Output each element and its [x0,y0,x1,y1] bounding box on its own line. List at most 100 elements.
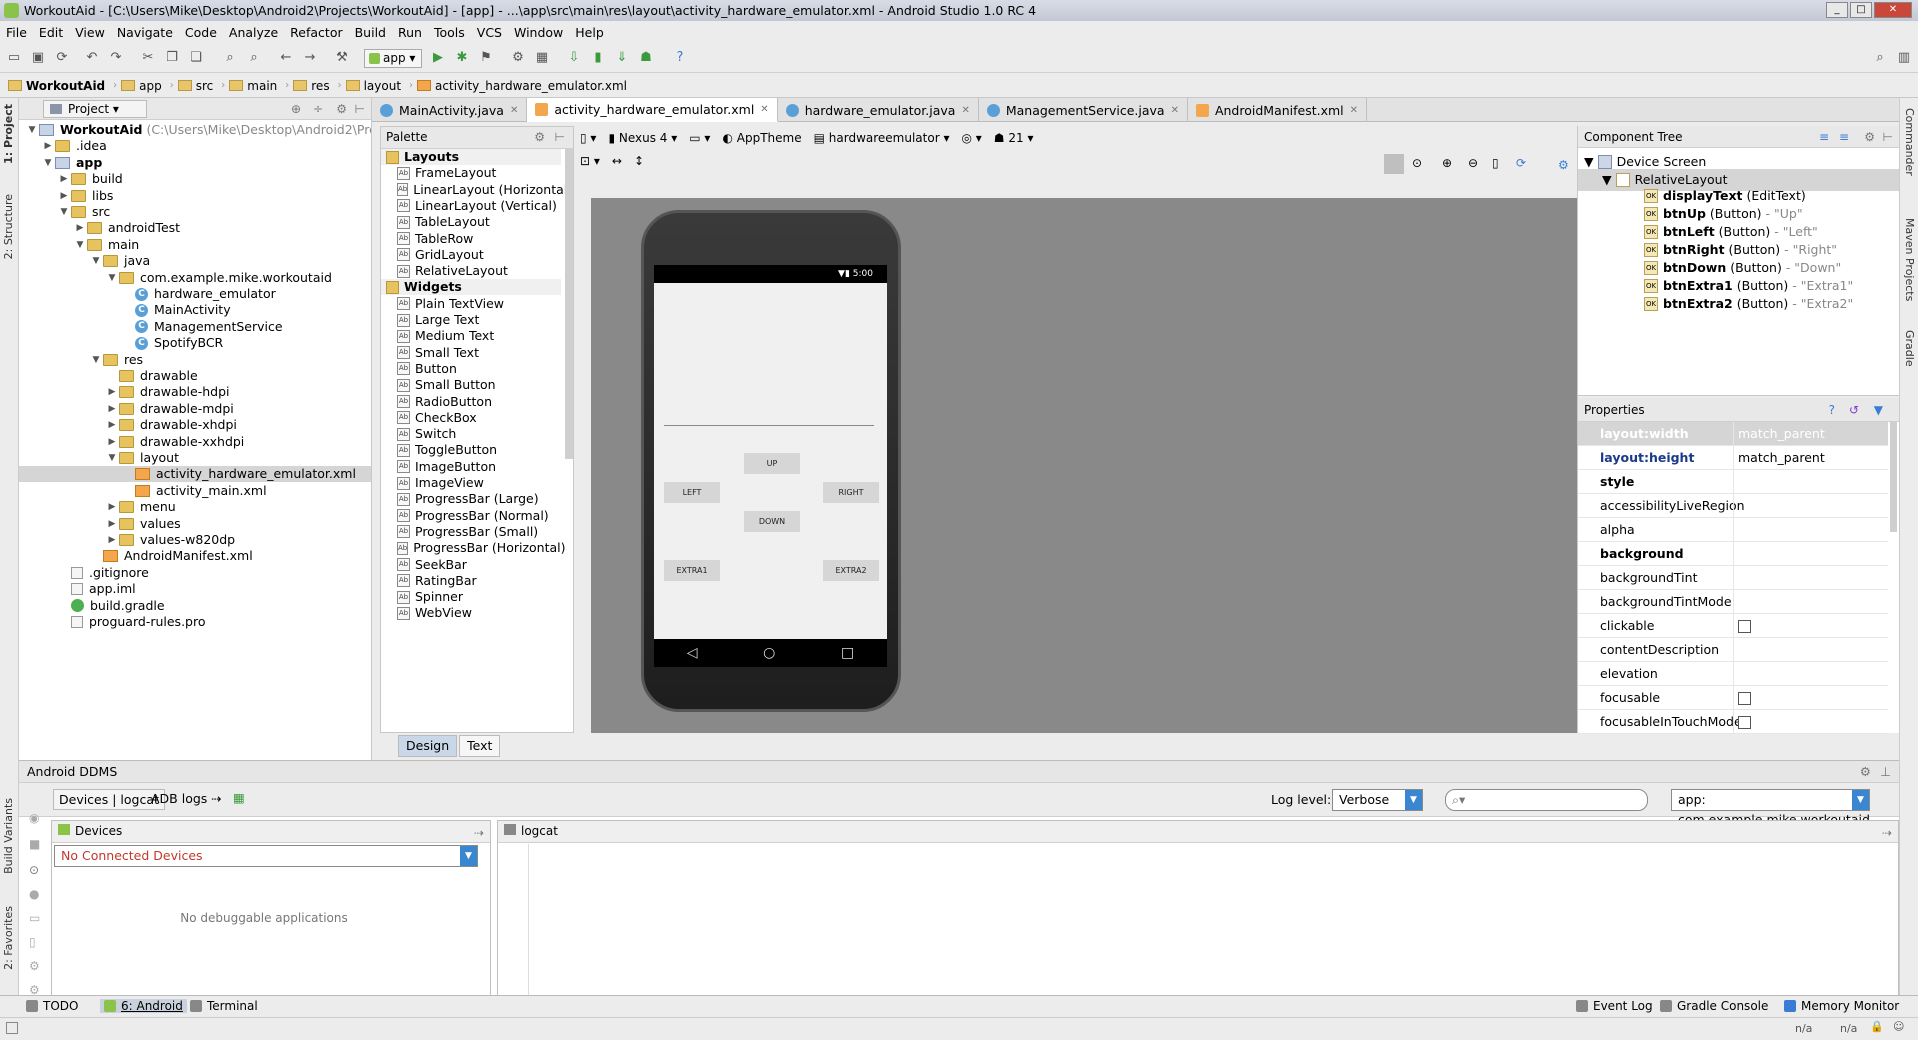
expand-arrow-icon[interactable]: ▼ [105,270,119,286]
property-row[interactable]: clickable [1578,614,1888,638]
palette-item[interactable]: Ab Spinner [381,589,561,605]
expand-arrow-icon[interactable]: ▼ [57,204,71,220]
expand-arrow-icon[interactable]: ▶ [73,220,87,236]
component-item[interactable]: OK btnRight (Button) - "Right" [1644,241,1837,259]
property-row[interactable]: accessibilityLiveRegion [1578,494,1888,518]
zoom-in-icon[interactable]: ⊕ [1442,156,1452,170]
palette-item[interactable]: Ab LinearLayout (Vertical) [381,198,561,214]
tool-window-memory-monitor[interactable]: Memory Monitor [1784,999,1899,1013]
btn-right[interactable]: RIGHT [823,482,879,503]
find-icon[interactable]: ⌕ [222,50,238,66]
expand-arrow-icon[interactable]: ▶ [57,171,71,187]
hide-panel-icon[interactable]: ⊢ [355,102,365,116]
tree-item[interactable]: .gitignore [57,565,149,581]
editor-tab[interactable]: hardware_emulator.java ✕ [778,98,979,122]
component-item[interactable]: OK btnUp (Button) - "Up" [1644,205,1803,223]
tool-window-gradle-console[interactable]: Gradle Console [1660,999,1768,1013]
design-canvas[interactable]: ▼▮ 5:00 UP LEFT RIGHT DOWN EXTRA1 EXTRA2… [591,198,1577,733]
screenshot-icon[interactable]: ▯ [1492,156,1499,170]
screen-capture-icon[interactable]: ▦ [233,790,245,805]
stop-icon[interactable]: ■ [29,837,40,851]
maximize-button[interactable]: □ [1850,2,1872,18]
zoom-out-icon[interactable]: ⊖ [1468,156,1478,170]
property-row[interactable]: alpha [1578,518,1888,542]
device-select[interactable]: ▮ Nexus 4 ▾ [608,131,677,145]
palette-hide-icon[interactable]: ⊢ [555,127,565,148]
property-checkbox[interactable] [1738,620,1751,633]
property-row[interactable]: backgroundTint [1578,566,1888,590]
menu-code[interactable]: Code [185,25,217,40]
component-item[interactable]: OK btnDown (Button) - "Down" [1644,259,1841,277]
undo-icon[interactable]: ↶ [84,50,100,66]
property-row[interactable]: layout:width match_parent [1578,422,1888,446]
breadcrumb-item[interactable]: res › [293,79,342,93]
close-tab-icon[interactable]: ✕ [760,98,768,121]
tree-item[interactable]: ▶ androidTest [73,220,181,236]
tree-item[interactable]: ▶ build [57,171,123,187]
expand-arrow-icon[interactable]: ▼ [89,253,103,269]
tool-tab-gradle[interactable]: Gradle [1903,330,1916,367]
run-configuration-select[interactable]: app ▾ [364,49,422,68]
palette-scrollbar[interactable] [565,149,573,459]
tree-item[interactable]: ▶ values-w820dp [105,532,236,548]
tree-item[interactable]: proguard-rules.pro [57,614,206,630]
theme-select[interactable]: ◐ AppTheme [722,131,801,145]
property-row[interactable]: style [1578,470,1888,494]
save-icon[interactable]: ▣ [30,50,46,66]
expand-arrow-icon[interactable]: ▶ [105,434,119,450]
palette-item[interactable]: Ab ProgressBar (Horizontal) [381,540,566,556]
tree-item[interactable]: ▼ com.example.mike.workoutaid [105,270,332,286]
tree-item[interactable]: ▶ libs [57,188,114,204]
tool-window-terminal[interactable]: Terminal [190,999,258,1013]
open-folder-icon[interactable]: ▭ [6,50,22,66]
device-select[interactable]: No Connected Devices ▼ [54,845,478,867]
palette-item[interactable]: Ab WebView [381,605,561,621]
tab-adb-logs[interactable]: ADB logs ⇢ [151,791,222,806]
property-checkbox[interactable] [1738,716,1751,729]
settings-icon[interactable]: ⚙ [510,50,526,66]
expand-arrow-icon[interactable]: ▼ [89,352,103,368]
properties-scrollbar[interactable] [1890,422,1897,532]
property-row[interactable]: background [1578,542,1888,566]
zoom-fit-icon[interactable]: ⊡ ▾ [580,154,600,168]
tree-settings-icon[interactable]: ⚙ [1864,130,1875,144]
editor-tab[interactable]: activity_hardware_emulator.xml ✕ [527,98,778,122]
minimize-button[interactable]: _ [1826,2,1848,18]
tree-item[interactable]: drawable [105,368,198,384]
devices-hide-icon[interactable]: ⇢ [474,823,484,844]
palette-item[interactable]: Ab ProgressBar (Normal) [381,508,561,524]
btn-extra2[interactable]: EXTRA2 [823,560,879,581]
copy-icon[interactable]: ❐ [164,50,180,66]
menu-view[interactable]: View [75,25,105,40]
property-row[interactable]: contentDescription [1578,638,1888,662]
android-monitor-icon[interactable]: ☗ [638,50,654,66]
palette-item[interactable]: Ab RadioButton [381,394,561,410]
close-tab-icon[interactable]: ✕ [1171,99,1179,122]
tree-root[interactable]: ▼ WorkoutAid (C:\Users\Mike\Desktop\Andr… [25,122,371,138]
layout-icon[interactable]: ▥ [1896,50,1912,66]
palette-item[interactable]: Ab RelativeLayout [381,263,561,279]
tree-item[interactable]: ▶ values [105,516,181,532]
tree-item[interactable]: C SpotifyBCR [121,335,223,351]
logcat-output[interactable] [528,844,1898,995]
editor-tab[interactable]: MainActivity.java ✕ [372,98,528,122]
breadcrumb-item[interactable]: activity_hardware_emulator.xml [417,79,627,93]
component-item[interactable]: OK btnLeft (Button) - "Left" [1644,223,1818,241]
expand-arrow-icon[interactable]: ▶ [105,401,119,417]
editor-tab[interactable]: AndroidManifest.xml ✕ [1188,98,1368,122]
locale-icon[interactable]: ◎ ▾ [961,131,981,145]
tree-item[interactable]: ▶ drawable-xxhdpi [105,434,245,450]
editor-tab[interactable]: ManagementService.java ✕ [979,98,1188,122]
palette-settings-icon[interactable]: ⚙ [534,127,545,148]
tab-design[interactable]: Design [398,735,458,757]
close-tab-icon[interactable]: ✕ [510,99,518,122]
expand-arrow-icon[interactable]: ▶ [105,532,119,548]
designer-settings-icon[interactable]: ⚙ [1558,158,1569,172]
menu-file[interactable]: File [6,25,27,40]
palette-item[interactable]: Ab ToggleButton [381,442,561,458]
redo-icon[interactable]: ↷ [108,50,124,66]
expand-arrow-icon[interactable]: ▶ [105,499,119,515]
tree-item[interactable]: build.gradle [57,598,165,614]
palette-item[interactable]: Ab TableLayout [381,214,561,230]
menu-help[interactable]: Help [575,25,604,40]
